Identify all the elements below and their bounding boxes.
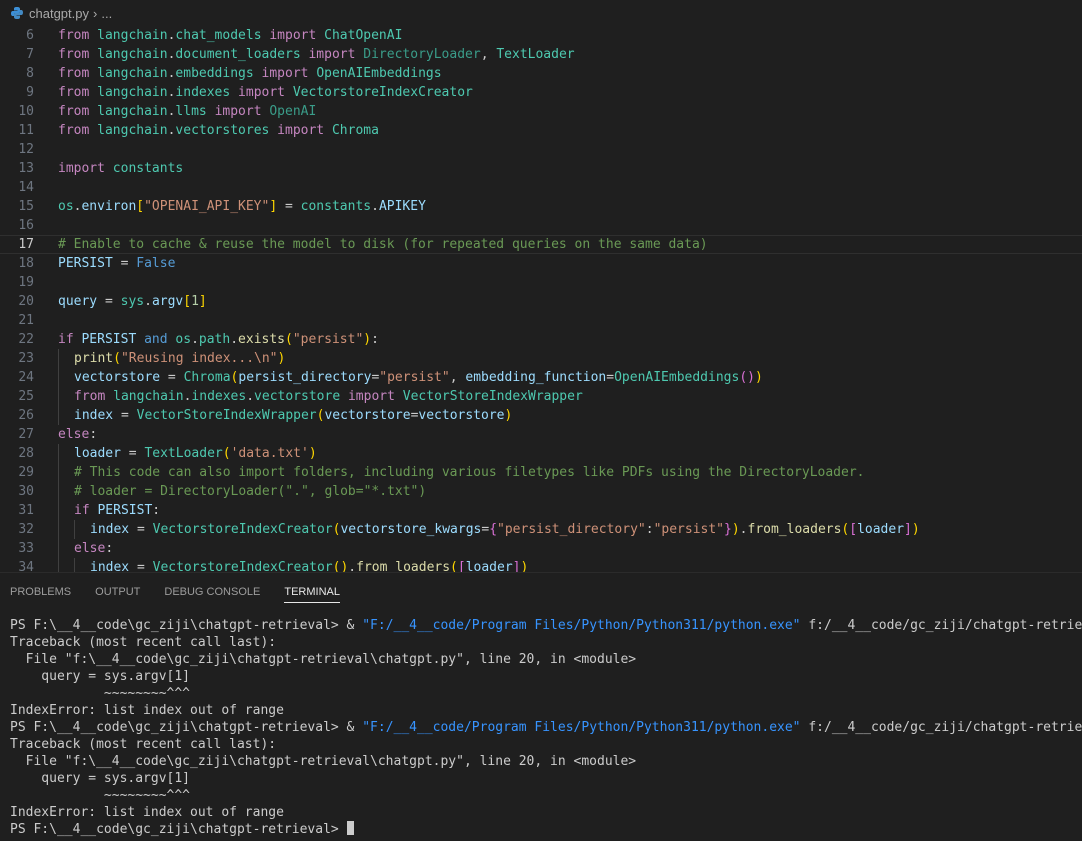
code-line: 16	[0, 216, 1082, 235]
traceback-code: query = sys.argv[1]	[10, 771, 191, 786]
tab-debug-console[interactable]: DEBUG CONSOLE	[164, 573, 260, 611]
traceback-header: Traceback (most recent call last):	[10, 737, 277, 752]
code-line: 13 import constants	[0, 159, 1082, 178]
code-line: 10 from langchain.llms import OpenAI	[0, 102, 1082, 121]
code-line: 29 # This code can also import folders, i…	[0, 463, 1082, 482]
code-line: 21	[0, 311, 1082, 330]
line-number: 10	[18, 104, 34, 119]
line-number: 13	[18, 161, 34, 176]
code-line: 30 # loader = DirectoryLoader(".", glob="…	[0, 482, 1082, 501]
code-line: 6 from langchain.chat_models import ChatO…	[0, 26, 1082, 45]
line-number: 21	[18, 313, 34, 328]
line-number: 7	[26, 47, 34, 62]
line-number: 16	[18, 218, 34, 233]
terminal-amp: &	[338, 618, 363, 633]
code-line: 26 index = VectorStoreIndexWrapper(vector…	[0, 406, 1082, 425]
tab-problems[interactable]: PROBLEMS	[10, 573, 71, 611]
line-number: 33	[18, 541, 34, 556]
line-number: 18	[18, 256, 34, 271]
line-number: 12	[18, 142, 34, 157]
terminal-script-path: f:/__4__code/gc_ziji/chatgpt-retrieval/c…	[808, 618, 1082, 633]
terminal-prompt: PS F:\__4__code\gc_ziji\chatgpt-retrieva…	[10, 618, 339, 633]
terminal-exe-path: "F:/__4__code/Program Files/Python/Pytho…	[362, 618, 801, 633]
line-number: 22	[18, 332, 34, 347]
traceback-code: query = sys.argv[1]	[10, 669, 191, 684]
line-number: 29	[18, 465, 34, 480]
code-line: 24 vectorstore = Chroma(persist_directory…	[0, 368, 1082, 387]
line-number: 27	[18, 427, 34, 442]
line-number: 15	[18, 199, 34, 214]
code-line: 19	[0, 273, 1082, 292]
line-number: 19	[18, 275, 34, 290]
code-line: 23 print("Reusing index...\n")	[0, 349, 1082, 368]
code-line: 33 else:	[0, 539, 1082, 558]
code-line: 15 os.environ["OPENAI_API_KEY"] = constan…	[0, 197, 1082, 216]
code-line: 31 if PERSIST:	[0, 501, 1082, 520]
code-line: 22 if PERSIST and os.path.exists("persist…	[0, 330, 1082, 349]
terminal-prompt: PS F:\__4__code\gc_ziji\chatgpt-retrieva…	[10, 720, 339, 735]
line-number: 20	[18, 294, 34, 309]
line-number: 17	[18, 237, 34, 252]
line-number: 28	[18, 446, 34, 461]
breadcrumb-file[interactable]: chatgpt.py	[29, 6, 89, 21]
line-number: 23	[18, 351, 34, 366]
line-number: 34	[18, 560, 34, 572]
terminal-prompt-current: PS F:\__4__code\gc_ziji\chatgpt-retrieva…	[10, 822, 347, 837]
breadcrumb-separator: ›	[93, 5, 98, 21]
line-number: 8	[26, 66, 34, 81]
terminal-script-path: f:/__4__code/gc_ziji/chatgpt-retrieval/c…	[808, 720, 1082, 735]
code-line: 25 from langchain.indexes.vectorstore imp…	[0, 387, 1082, 406]
code-line: 11 from langchain.vectorstores import Chr…	[0, 121, 1082, 140]
code-line: 18 PERSIST = False	[0, 254, 1082, 273]
code-line: 14	[0, 178, 1082, 197]
line-number: 31	[18, 503, 34, 518]
code-line: 12	[0, 140, 1082, 159]
code-line: 32 index = VectorstoreIndexCreator(vector…	[0, 520, 1082, 539]
breadcrumb-symbol[interactable]: ...	[101, 6, 112, 21]
line-number: 11	[18, 123, 34, 138]
line-number: 32	[18, 522, 34, 537]
code-line: 8 from langchain.embeddings import OpenAI…	[0, 64, 1082, 83]
code-editor[interactable]: 6 from langchain.chat_models import ChatO…	[0, 26, 1082, 572]
terminal-cursor[interactable]	[346, 821, 354, 835]
code-line: 34 index = VectorstoreIndexCreator().from…	[0, 558, 1082, 572]
terminal-output[interactable]: PS F:\__4__code\gc_ziji\chatgpt-retrieva…	[0, 611, 1082, 841]
code-line: 9 from langchain.indexes import Vectorsto…	[0, 83, 1082, 102]
line-number: 14	[18, 180, 34, 195]
line-number: 9	[26, 85, 34, 100]
traceback-file: File "f:\__4__code\gc_ziji\chatgpt-retri…	[10, 754, 637, 769]
line-number: 26	[18, 408, 34, 423]
python-file-icon	[11, 7, 23, 19]
tab-output[interactable]: OUTPUT	[95, 573, 140, 611]
code-line-current: 17 # Enable to cache & reuse the model to…	[0, 235, 1082, 254]
line-number: 24	[18, 370, 34, 385]
traceback-marker: ~~~~~~~~^^^	[10, 686, 191, 701]
terminal-exe-path: "F:/__4__code/Program Files/Python/Pytho…	[362, 720, 801, 735]
line-number: 30	[18, 484, 34, 499]
code-line: 28 loader = TextLoader('data.txt')	[0, 444, 1082, 463]
line-number: 25	[18, 389, 34, 404]
terminal-amp: &	[338, 720, 363, 735]
traceback-marker: ~~~~~~~~^^^	[10, 788, 191, 803]
traceback-file: File "f:\__4__code\gc_ziji\chatgpt-retri…	[10, 652, 637, 667]
breadcrumb: chatgpt.py › ...	[0, 0, 1082, 26]
code-line: 20 query = sys.argv[1]	[0, 292, 1082, 311]
line-number: 6	[26, 28, 34, 43]
traceback-header: Traceback (most recent call last):	[10, 635, 277, 650]
error-message: IndexError: list index out of range	[10, 805, 284, 820]
panel-tab-bar: PROBLEMS OUTPUT DEBUG CONSOLE TERMINAL	[0, 572, 1082, 611]
code-line: 27 else:	[0, 425, 1082, 444]
tab-terminal[interactable]: TERMINAL	[284, 573, 340, 611]
error-message: IndexError: list index out of range	[10, 703, 284, 718]
code-line: 7 from langchain.document_loaders import …	[0, 45, 1082, 64]
